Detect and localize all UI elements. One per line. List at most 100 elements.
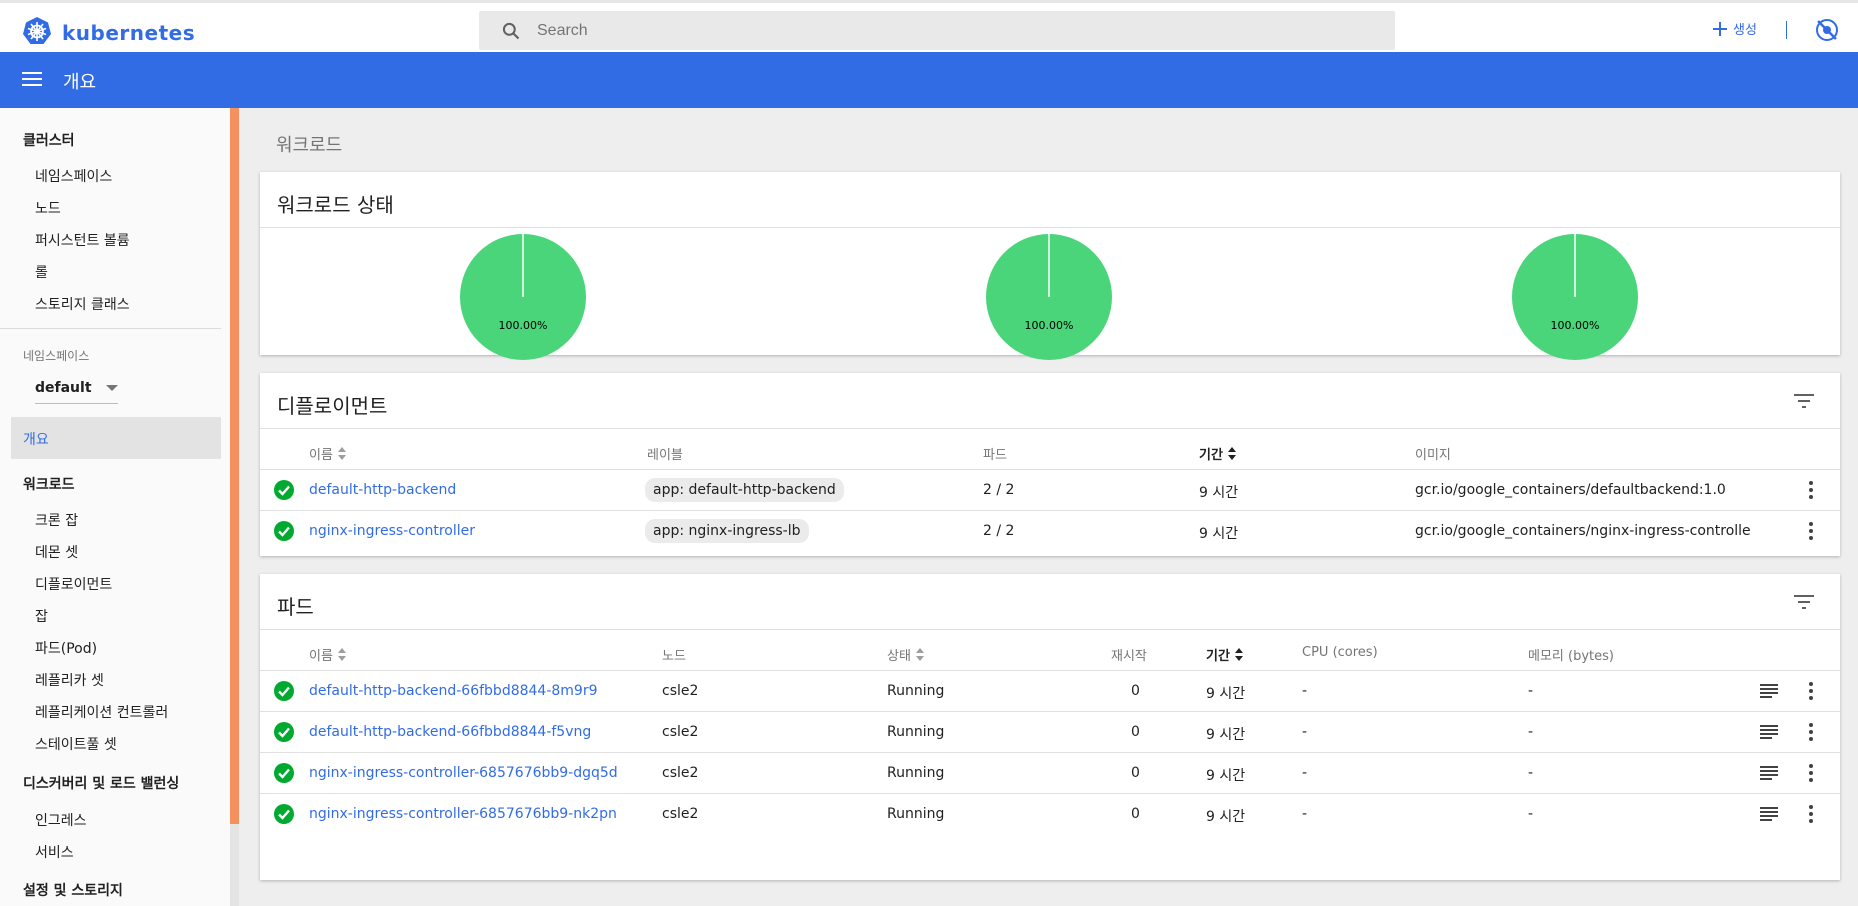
sidebar-item-roles[interactable]: 롤 — [35, 262, 48, 282]
create-label: 생성 — [1733, 23, 1757, 38]
age-value: 9 시간 — [1199, 485, 1239, 501]
pod-name-link[interactable]: nginx-ingress-controller-6857676bb9-dgq5… — [309, 765, 618, 781]
age-value: 9 시간 — [1206, 727, 1246, 743]
deployments-header-labels: 레이블 — [647, 444, 683, 463]
card-divider — [260, 629, 1840, 630]
header-divider — [1786, 21, 1787, 39]
sidebar-section-workloads[interactable]: 워크로드 — [23, 474, 75, 494]
sidebar-item-services[interactable]: 서비스 — [35, 842, 74, 862]
cpu-value: - — [1302, 724, 1308, 740]
header-label: 상태 — [887, 649, 911, 664]
table-row: default-http-backend-66fbbd8844-f5vng csl… — [260, 711, 1840, 752]
pods-header-name[interactable]: 이름 — [309, 645, 346, 664]
success-check-icon — [274, 763, 294, 787]
memory-value: - — [1528, 683, 1534, 699]
deployment-name-link[interactable]: default-http-backend — [309, 482, 456, 498]
sidebar-item-replica-sets[interactable]: 레플리카 셋 — [35, 670, 104, 690]
sidebar-item-pods[interactable]: 파드(Pod) — [35, 638, 97, 658]
sidebar-item-namespaces[interactable]: 네임스페이스 — [35, 166, 112, 186]
sidebar-item-deployments[interactable]: 디플로이먼트 — [35, 574, 112, 594]
filter-icon[interactable] — [1794, 393, 1814, 413]
pie-svg — [460, 234, 586, 360]
age-value: 9 시간 — [1206, 686, 1246, 702]
logs-icon[interactable] — [1760, 724, 1778, 744]
image-value: gcr.io/google_containers/defaultbackend:… — [1415, 482, 1726, 498]
namespace-selected-value: default — [35, 380, 92, 396]
breadcrumb[interactable]: 워크로드 — [276, 131, 342, 157]
node-value: csle2 — [662, 724, 699, 740]
pods-header-age[interactable]: 기간 — [1206, 645, 1243, 664]
table-row: nginx-ingress-controller app: nginx-ingre… — [260, 510, 1840, 551]
pods-header-restarts: 재시작 — [1111, 645, 1147, 664]
pod-name-link[interactable]: default-http-backend-66fbbd8844-8m9r9 — [309, 683, 598, 699]
more-actions-icon[interactable] — [1808, 722, 1814, 746]
logs-icon[interactable] — [1760, 806, 1778, 826]
sidebar-item-ingresses[interactable]: 인그레스 — [35, 810, 87, 830]
pod-name-link[interactable]: nginx-ingress-controller-6857676bb9-nk2p… — [309, 806, 617, 822]
header-label: 레이블 — [647, 448, 683, 463]
sidebar-scrollbar-thumb[interactable] — [230, 108, 239, 824]
logs-icon[interactable] — [1760, 765, 1778, 785]
sort-icon — [337, 647, 346, 662]
cpu-value: - — [1302, 806, 1308, 822]
sidebar-item-storage-classes[interactable]: 스토리지 클래스 — [35, 294, 130, 314]
sidebar-scrollbar-track[interactable] — [230, 824, 239, 906]
sidebar: 클러스터 네임스페이스 노드 퍼시스턴트 볼륨 롤 스토리지 클래스 네임스페이… — [0, 108, 230, 906]
main-content: 워크로드 워크로드 상태 100.00%디플로이먼트100.00%파드100.0… — [239, 108, 1858, 906]
visibility-off-icon[interactable] — [1815, 18, 1839, 46]
search-bar[interactable] — [479, 11, 1395, 50]
restarts-value: 0 — [1131, 724, 1140, 740]
pods-title: 파드 — [277, 595, 314, 619]
pods-count: 2 / 2 — [983, 523, 1015, 539]
sidebar-item-nodes[interactable]: 노드 — [35, 198, 61, 218]
search-input[interactable] — [537, 21, 1357, 40]
sidebar-item-overview[interactable]: 개요 — [11, 417, 221, 459]
sidebar-item-persistent-volumes[interactable]: 퍼시스턴트 볼륨 — [35, 230, 130, 250]
more-actions-icon[interactable] — [1808, 681, 1814, 705]
status-value: Running — [887, 806, 945, 822]
card-divider — [260, 227, 1840, 228]
age-value: 9 시간 — [1206, 768, 1246, 784]
sidebar-item-daemon-sets[interactable]: 데몬 셋 — [35, 542, 78, 562]
deployments-card: 디플로이먼트 이름 레이블 파드 기간 이미지 default-http-bac… — [260, 373, 1840, 556]
deployments-header-age[interactable]: 기간 — [1199, 444, 1236, 463]
sidebar-item-jobs[interactable]: 잡 — [35, 606, 48, 626]
sort-icon — [1234, 647, 1243, 662]
logs-icon[interactable] — [1760, 683, 1778, 703]
restarts-value: 0 — [1131, 765, 1140, 781]
more-actions-icon[interactable] — [1808, 763, 1814, 787]
logo[interactable]: kubernetes — [22, 16, 195, 50]
pods-header-status[interactable]: 상태 — [887, 645, 924, 664]
node-value: csle2 — [662, 765, 699, 781]
deployment-name-link[interactable]: nginx-ingress-controller — [309, 523, 475, 539]
top-bar: kubernetes 생성 — [0, 0, 1858, 52]
header-label: 노드 — [662, 649, 686, 664]
more-actions-icon[interactable] — [1808, 480, 1814, 504]
sidebar-section-discovery[interactable]: 디스커버리 및 로드 밸런싱 — [23, 773, 179, 793]
table-row: default-http-backend app: default-http-ba… — [260, 469, 1840, 510]
menu-icon[interactable] — [22, 70, 44, 92]
success-check-icon — [274, 521, 294, 545]
sidebar-section-cluster[interactable]: 클러스터 — [23, 130, 75, 150]
restarts-value: 0 — [1131, 806, 1140, 822]
pods-header-node: 노드 — [662, 645, 686, 664]
sidebar-item-replication-controllers[interactable]: 레플리케이션 컨트롤러 — [35, 702, 168, 722]
filter-icon[interactable] — [1794, 594, 1814, 614]
header-label: 이름 — [309, 649, 333, 664]
sidebar-item-cron-jobs[interactable]: 크론 잡 — [35, 510, 78, 530]
namespace-select[interactable]: default — [35, 372, 118, 404]
app-bar: 개요 — [0, 52, 1858, 108]
more-actions-icon[interactable] — [1808, 804, 1814, 828]
cpu-value: - — [1302, 765, 1308, 781]
header-label: 기간 — [1199, 448, 1223, 463]
create-button[interactable]: 생성 — [1713, 19, 1757, 38]
label-chip: app: default-http-backend — [645, 478, 844, 502]
header-label: 이미지 — [1415, 448, 1451, 463]
more-actions-icon[interactable] — [1808, 521, 1814, 545]
sidebar-item-stateful-sets[interactable]: 스테이트풀 셋 — [35, 734, 117, 754]
pod-name-link[interactable]: default-http-backend-66fbbd8844-f5vng — [309, 724, 591, 740]
age-value: 9 시간 — [1199, 526, 1239, 542]
memory-value: - — [1528, 806, 1534, 822]
sidebar-section-config-storage[interactable]: 설정 및 스토리지 — [23, 880, 123, 900]
deployments-header-name[interactable]: 이름 — [309, 444, 346, 463]
